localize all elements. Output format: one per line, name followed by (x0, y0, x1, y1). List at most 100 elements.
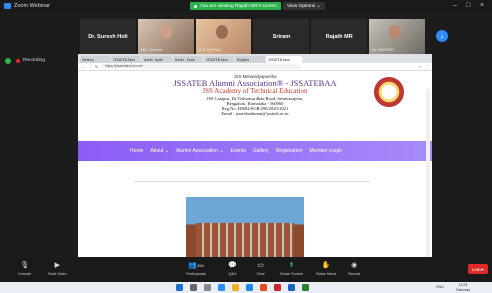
participant-tile[interactable]: Dr. SURESH (369, 19, 425, 54)
site-nav: Home About ⌄ Alumni Association ⌄ Events… (78, 141, 432, 161)
star-icon[interactable]: ☆ (418, 64, 422, 69)
back-icon[interactable]: ← (81, 64, 85, 69)
participants-count: 266 (197, 263, 204, 268)
record-label: Record (348, 272, 361, 276)
task-view-icon[interactable] (204, 284, 211, 291)
browser-tab[interactable]: Admis. Syste (142, 56, 172, 63)
participant-name: Sriram (272, 33, 291, 40)
participant-tile[interactable]: Sriram (253, 19, 310, 54)
nav-registration[interactable]: Registration (276, 148, 303, 154)
participant-tile[interactable]: Dr. Suresh Holi (80, 19, 136, 54)
nav-events[interactable]: Events (231, 148, 246, 154)
browser-tab[interactable]: JSSATEB Alum (111, 56, 141, 63)
participants-icon: 👥266 (188, 262, 204, 269)
forward-icon[interactable]: → (88, 64, 92, 69)
recording-indicator: Recording (16, 58, 45, 63)
participant-caption: Dr. SURESH (372, 48, 394, 52)
qa-button[interactable]: 💬 Q&A (228, 261, 237, 276)
minimize-icon[interactable]: – (453, 1, 457, 11)
chat-label: Chat (256, 272, 265, 276)
qa-label: Q&A (228, 272, 237, 276)
college-seal-logo (374, 77, 404, 107)
file-explorer-icon[interactable] (232, 284, 239, 291)
leave-button[interactable]: Leave (468, 264, 488, 274)
divider (134, 181, 370, 182)
shared-browser-window: Webinar JSSATEB Alum Admis. Syste Admin … (78, 54, 432, 257)
close-icon[interactable]: × (480, 1, 484, 11)
participant-face (215, 25, 228, 39)
browser-tab-active[interactable]: JSSATEB Alum (266, 56, 302, 63)
zoom-window: Zoom Webinar You are viewing Rajath MR's… (0, 0, 492, 293)
system-clock[interactable]: 12:09 Saturday (456, 283, 470, 292)
gallery-next-button[interactable]: › (436, 30, 448, 42)
nav-home[interactable]: Home (130, 148, 143, 154)
participant-tile[interactable]: D.R. BYHMA (195, 19, 252, 54)
site-email: Email : jssatebaalumni@jssateb.ac.in (221, 110, 289, 116)
search-icon[interactable] (190, 284, 197, 291)
language-indicator[interactable]: ENG (436, 285, 444, 289)
word-icon[interactable] (288, 284, 295, 291)
share-screen-icon: ⬆ (288, 262, 295, 269)
start-menu-icon[interactable] (176, 284, 183, 291)
windows-taskbar: ENG 12:09 Saturday (0, 282, 492, 293)
edge-icon[interactable] (246, 284, 253, 291)
participant-name: Rajath MR (325, 33, 353, 40)
browser-tab-bar: Webinar JSSATEB Alum Admis. Syste Admin … (78, 54, 432, 63)
unmute-button[interactable]: 🎙 Unmute (18, 261, 31, 276)
zoom-taskbar-icon[interactable] (218, 284, 225, 291)
page-scrollbar[interactable] (426, 89, 430, 257)
website: JSS Mahavidyapeetha JSSATEB Alumni Assoc… (78, 71, 432, 257)
share-banner: You are viewing Rajath MR's screen (190, 2, 281, 10)
recording-dot-icon (16, 58, 20, 63)
zoom-logo-icon (4, 3, 11, 9)
raise-hand-button[interactable]: ✋ Raise Hand (316, 261, 336, 276)
raise-hand-icon: ✋ (321, 262, 331, 269)
share-dot-icon (194, 4, 197, 8)
participant-tile[interactable]: MS. Girinara (137, 19, 194, 54)
app-icon[interactable] (274, 284, 281, 291)
campus-building-image (196, 223, 294, 257)
nav-alumni-association[interactable]: Alumni Association ⌄ (176, 148, 224, 154)
video-camera-icon: ▶ (54, 262, 61, 269)
share-banner-text: You are viewing Rajath MR's screen (200, 3, 277, 9)
view-options-button[interactable]: View Options ⌄ (283, 2, 325, 10)
browser-tab[interactable]: Webinar (80, 56, 110, 63)
left-panel (0, 56, 78, 256)
qa-icon: 💬 (228, 262, 237, 269)
browser-tab[interactable]: Admin - Socie (173, 56, 203, 63)
microphone-icon: 🎙 (20, 262, 30, 269)
extensions-icon[interactable]: ⋮ (425, 64, 429, 69)
reload-icon[interactable]: ↻ (95, 64, 98, 69)
share-screen-label: Share Screen (280, 272, 304, 276)
participant-name: Dr. Suresh Holi (88, 33, 128, 40)
app-icon[interactable] (302, 284, 309, 291)
browser-tab[interactable]: JSSATEB Alum (204, 56, 234, 63)
record-button[interactable]: ◉ Record (348, 261, 360, 276)
maximize-icon[interactable]: □ (466, 1, 470, 11)
start-video-button[interactable]: ▶ Start Video (48, 261, 67, 276)
unmute-label: Unmute (18, 272, 32, 276)
participant-tile[interactable]: Rajath MR (311, 19, 368, 54)
url-field[interactable]: https://jssatebalumni.com (101, 63, 302, 70)
security-shield-icon[interactable] (5, 58, 11, 64)
browser-tab[interactable]: Registra (235, 56, 265, 63)
window-title: Zoom Webinar (14, 3, 50, 9)
participants-button[interactable]: 👥266 Participants (186, 261, 206, 276)
raise-hand-label: Raise Hand (316, 272, 336, 276)
participant-caption: MS. Girinara (140, 48, 163, 52)
nav-gallery[interactable]: Gallery (253, 148, 269, 154)
address-bar: ← → ↻ https://jssatebalumni.com ☆ ⋮ (78, 63, 432, 71)
view-options-label: View Options (287, 3, 316, 9)
nav-about[interactable]: About ⌄ (150, 148, 169, 154)
clock-date: Saturday (455, 287, 470, 292)
share-screen-button[interactable]: ⬆ Share Screen (280, 261, 303, 276)
participants-label: Participants (186, 272, 206, 276)
nav-member-login[interactable]: Member-Login (309, 148, 341, 154)
record-icon: ◉ (351, 262, 358, 269)
chat-button[interactable]: ▭ Chat (256, 261, 265, 276)
chrome-icon[interactable] (260, 284, 267, 291)
participant-face (159, 25, 172, 39)
recording-label: Recording (23, 58, 45, 63)
start-video-label: Start Video (48, 272, 67, 276)
campus-photo (186, 197, 304, 257)
